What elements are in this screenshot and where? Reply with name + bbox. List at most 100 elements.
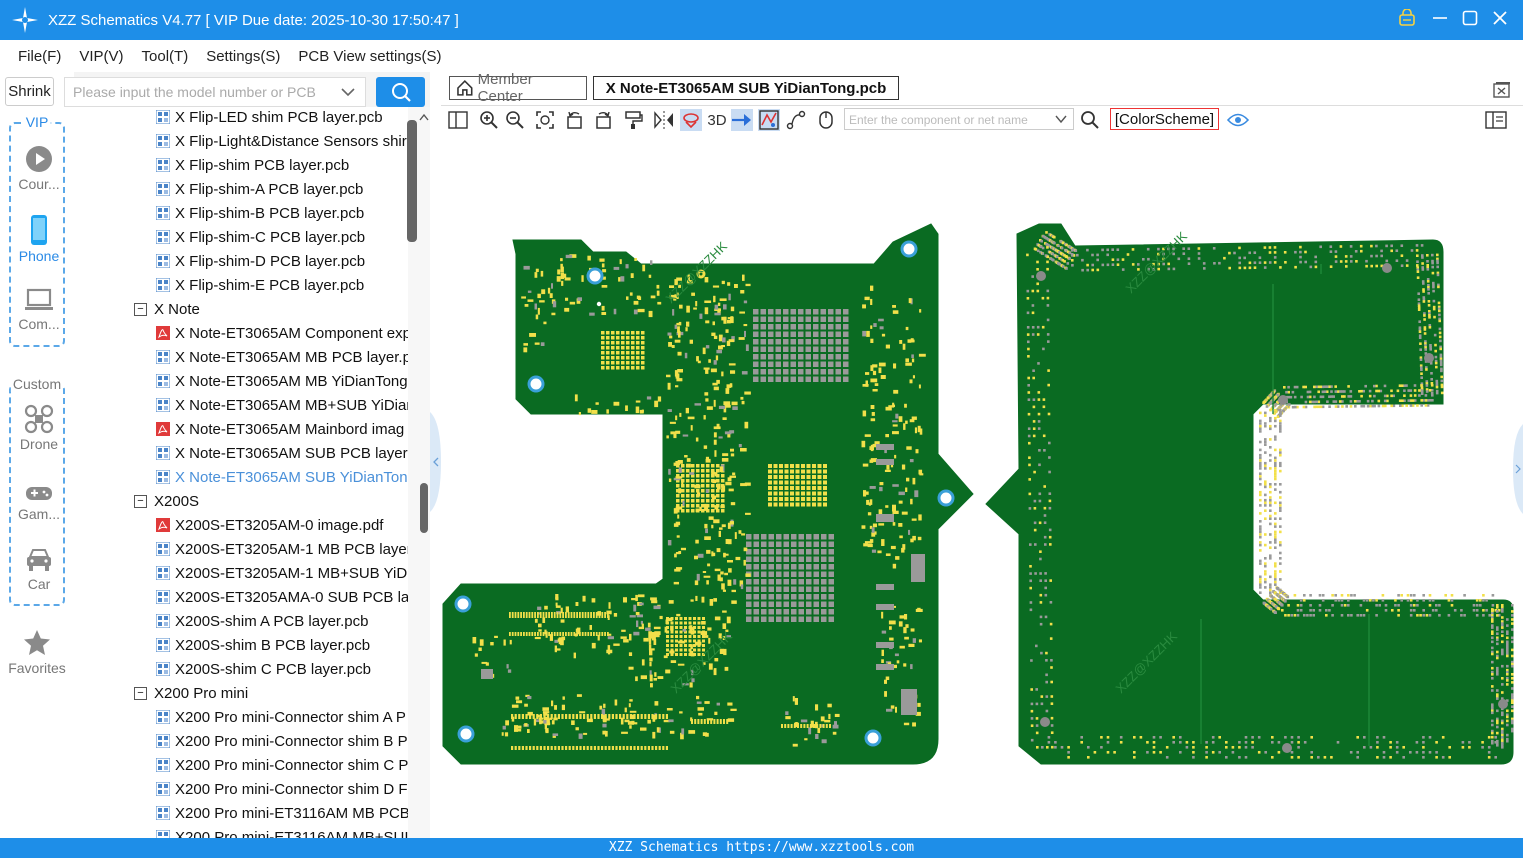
pcb-pad[interactable]: [712, 321, 716, 326]
via[interactable]: [1347, 604, 1350, 607]
bga-ball[interactable]: [806, 616, 812, 623]
bga-ball[interactable]: [813, 361, 819, 368]
bga-ball[interactable]: [813, 324, 819, 330]
via[interactable]: [1436, 253, 1439, 257]
via[interactable]: [1339, 260, 1343, 263]
tree-file-item[interactable]: X200S-ET3205AM-0 image.pdf: [156, 513, 383, 537]
pcb-pad[interactable]: [892, 504, 896, 512]
connector-pin[interactable]: [607, 632, 609, 636]
pcb-pad[interactable]: [734, 532, 737, 539]
connector-pin[interactable]: [511, 612, 514, 618]
via[interactable]: [1264, 422, 1267, 425]
via[interactable]: [1034, 572, 1037, 575]
connector-pin[interactable]: [511, 632, 514, 636]
via[interactable]: [1043, 521, 1047, 524]
bga-ball[interactable]: [686, 474, 690, 478]
pcb-pad[interactable]: [865, 372, 870, 375]
via[interactable]: [1279, 414, 1282, 417]
tree-file-item[interactable]: X Note-ET3065AM Component exp: [156, 321, 408, 345]
via[interactable]: [1284, 599, 1287, 602]
via[interactable]: [1274, 535, 1277, 539]
connector-pin[interactable]: [523, 612, 525, 618]
pcb-pad[interactable]: [713, 335, 718, 339]
connector-pin[interactable]: [579, 632, 581, 636]
via[interactable]: [1259, 453, 1262, 457]
bga-ball[interactable]: [779, 502, 783, 507]
via[interactable]: [1310, 736, 1313, 739]
bga-ball[interactable]: [706, 479, 710, 483]
via[interactable]: [1428, 599, 1432, 602]
bga-ball[interactable]: [688, 621, 692, 625]
bga-ball[interactable]: [701, 494, 705, 498]
pcb-pad[interactable]: [628, 652, 633, 656]
tree-folder[interactable]: − X200S: [134, 489, 199, 513]
via[interactable]: [1390, 389, 1393, 393]
bga-ball[interactable]: [783, 564, 790, 570]
via[interactable]: [1281, 604, 1284, 607]
bga-ball[interactable]: [813, 534, 820, 540]
pcb-pad[interactable]: [551, 720, 555, 725]
tree-inner-scrollbar-thumb[interactable]: [407, 120, 417, 242]
maximize-button[interactable]: [1455, 10, 1485, 31]
bga-ball[interactable]: [746, 579, 752, 585]
pcb-pad[interactable]: [581, 275, 584, 282]
connector-pin[interactable]: [520, 632, 522, 636]
via[interactable]: [1050, 724, 1054, 727]
via[interactable]: [1419, 342, 1422, 345]
bga-ball[interactable]: [828, 594, 835, 600]
pcb-pad[interactable]: [867, 512, 872, 516]
pcb-pad[interactable]: [540, 342, 545, 346]
pcb-pad[interactable]: [613, 308, 617, 315]
pcb-pad[interactable]: [862, 330, 866, 337]
via[interactable]: [1028, 492, 1032, 496]
color-scheme-button[interactable]: [ColorScheme]: [1110, 108, 1219, 130]
bga-ball[interactable]: [753, 594, 760, 600]
bga-ball[interactable]: [746, 594, 752, 600]
connector-pin[interactable]: [550, 714, 553, 719]
via[interactable]: [1274, 533, 1277, 536]
via[interactable]: [1501, 677, 1504, 680]
bga-ball[interactable]: [791, 616, 797, 623]
via[interactable]: [1269, 522, 1272, 526]
via[interactable]: [1496, 744, 1499, 747]
via[interactable]: [1491, 594, 1495, 597]
connector-pin[interactable]: [554, 746, 557, 750]
via[interactable]: [1269, 446, 1272, 449]
pcb-pad[interactable]: [872, 523, 877, 528]
bga-ball[interactable]: [676, 494, 680, 498]
via[interactable]: [1511, 640, 1514, 644]
pcb-pad[interactable]: [608, 602, 611, 609]
via[interactable]: [1373, 394, 1376, 398]
pcb-pad[interactable]: [686, 305, 690, 313]
bga-ball[interactable]: [768, 541, 775, 548]
via[interactable]: [1279, 562, 1282, 565]
via[interactable]: [1049, 543, 1052, 546]
bga-ball[interactable]: [688, 617, 692, 620]
connector-pin[interactable]: [697, 719, 700, 724]
via[interactable]: [1297, 736, 1300, 739]
via[interactable]: [1050, 702, 1054, 705]
bga-ball[interactable]: [823, 464, 827, 468]
tree-file-item[interactable]: X Note-ET3065AM MB YiDianTong: [156, 369, 408, 393]
via[interactable]: [1306, 395, 1310, 399]
pcb-pad[interactable]: [745, 283, 751, 287]
pcb-pad[interactable]: [729, 475, 736, 478]
pcb-pad[interactable]: [714, 616, 721, 621]
via[interactable]: [1334, 405, 1338, 408]
bga-ball[interactable]: [616, 366, 620, 370]
pcb-pad[interactable]: [904, 636, 909, 640]
bga-ball[interactable]: [691, 484, 695, 488]
bga-ball[interactable]: [798, 594, 805, 600]
via[interactable]: [1131, 248, 1135, 251]
pcb-pad[interactable]: [740, 584, 744, 590]
via[interactable]: [1274, 467, 1277, 470]
pcb-pad[interactable]: [894, 653, 899, 657]
pcb-pad[interactable]: [663, 655, 668, 659]
pcb-pad[interactable]: [670, 625, 674, 631]
via[interactable]: [1491, 735, 1494, 739]
pcb-pad[interactable]: [706, 580, 709, 585]
pcb-pad[interactable]: [669, 650, 675, 654]
connector-pin[interactable]: [647, 746, 650, 750]
pcb-pad[interactable]: [635, 406, 640, 414]
pcb-pad[interactable]: [895, 556, 900, 560]
